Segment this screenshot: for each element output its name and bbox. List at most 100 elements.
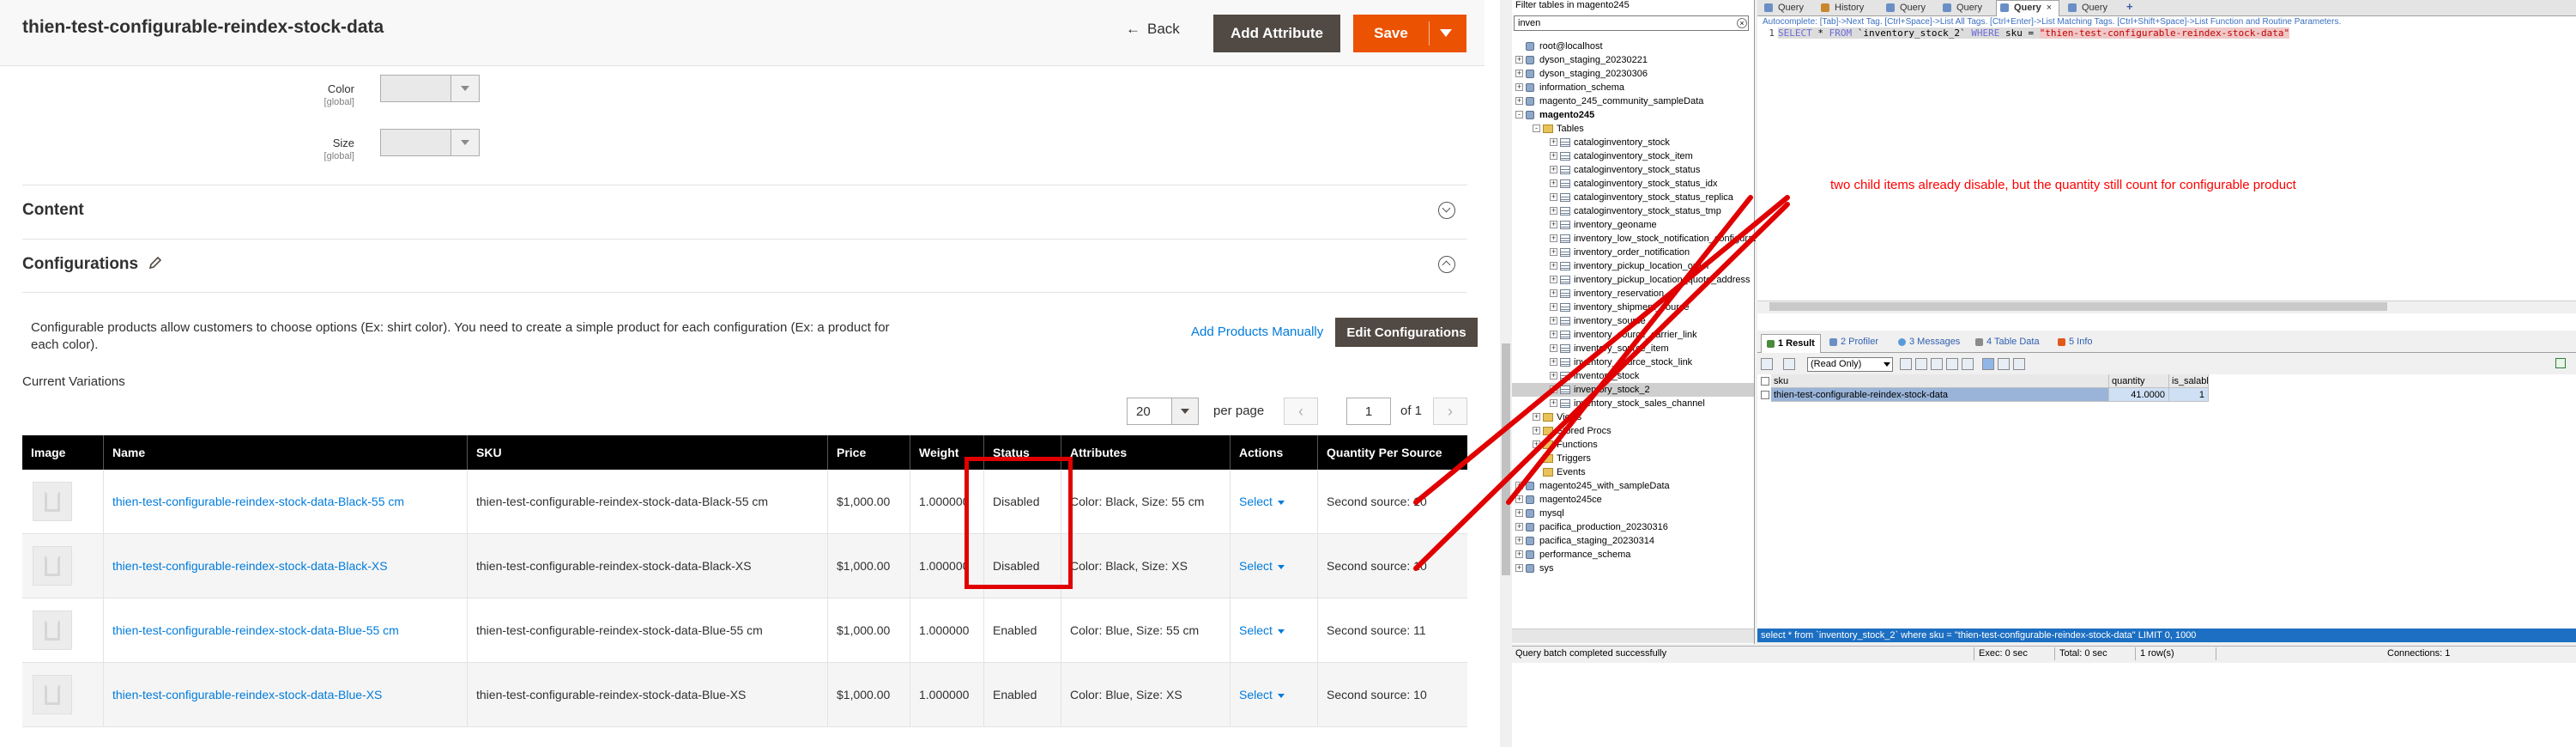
color-select[interactable] [380, 75, 480, 102]
tree-item[interactable]: + sys [1512, 562, 1754, 575]
collapse-icon[interactable]: - [1533, 125, 1540, 132]
tree-item[interactable]: + Stored Procs [1512, 424, 1754, 438]
product-placeholder-image[interactable] [33, 610, 72, 650]
expand-icon[interactable]: + [1533, 413, 1540, 421]
product-name-link[interactable]: thien-test-configurable-reindex-stock-da… [104, 534, 468, 598]
tab-query-3[interactable]: Query [1939, 1, 1989, 15]
tab-messages[interactable]: 3 Messages [1898, 337, 1960, 347]
expand-icon[interactable]: + [1515, 495, 1523, 503]
tab-table-data[interactable]: 4 Table Data [1975, 337, 2040, 347]
tree-item[interactable]: + pacifica_staging_20230314 [1512, 534, 1754, 548]
tree-item[interactable]: + pacifica_production_20230316 [1512, 520, 1754, 534]
product-placeholder-image[interactable] [33, 482, 72, 521]
tree-item[interactable]: + cataloginventory_stock_status_idx [1512, 177, 1754, 191]
expand-icon[interactable]: + [1515, 83, 1523, 91]
tab-query-1[interactable]: Query [1761, 1, 1811, 15]
tree-item[interactable]: + inventory_source [1512, 314, 1754, 328]
expand-icon[interactable]: + [1550, 358, 1557, 366]
expand-icon[interactable]: + [1550, 289, 1557, 297]
expand-icon[interactable]: + [1550, 138, 1557, 146]
tree-item[interactable]: + inventory_pickup_location_quote_address [1512, 273, 1754, 287]
tree-item[interactable]: + inventory_stock_sales_channel [1512, 397, 1754, 410]
tree-item[interactable]: - Tables [1512, 122, 1754, 136]
expand-icon[interactable]: + [1515, 537, 1523, 544]
edit-configurations-button[interactable]: Edit Configurations [1335, 318, 1478, 347]
grid-view-icon[interactable] [1982, 358, 1994, 370]
editor-scrollbar-thumb[interactable] [1769, 302, 2387, 311]
tab-info[interactable]: 5 Info [2058, 337, 2093, 347]
expand-icon[interactable]: + [1550, 221, 1557, 228]
select-action-dropdown[interactable]: Select [1239, 559, 1285, 573]
row-checkbox[interactable] [1761, 391, 1769, 399]
tree-item[interactable]: Events [1512, 465, 1754, 479]
tree-item[interactable]: + inventory_source_item [1512, 342, 1754, 355]
tab-query-active[interactable]: Query × [1996, 0, 2060, 16]
form-view-icon[interactable] [1998, 358, 2010, 370]
result-cell-sku[interactable]: thien-test-configurable-reindex-stock-da… [1771, 388, 2109, 402]
tab-result[interactable]: 1 Result [1761, 334, 1821, 353]
filter-input[interactable]: inven [1514, 15, 1749, 31]
tree-item[interactable]: + cataloginventory_stock_item [1512, 149, 1754, 163]
tree-item[interactable]: + cataloginventory_stock [1512, 136, 1754, 149]
select-action-dropdown[interactable]: Select [1239, 495, 1285, 508]
expand-icon[interactable]: + [1550, 234, 1557, 242]
size-select[interactable] [380, 129, 480, 156]
tree-item[interactable]: + inventory_low_stock_notification_config… [1512, 232, 1756, 246]
funnel-icon[interactable] [2555, 358, 2566, 368]
product-name-link[interactable]: thien-test-configurable-reindex-stock-da… [104, 470, 468, 533]
add-attribute-button[interactable]: Add Attribute [1213, 15, 1340, 52]
tree-item[interactable]: + dyson_staging_20230306 [1512, 67, 1754, 81]
tree-item[interactable]: + inventory_pickup_location_order [1512, 259, 1754, 273]
close-icon[interactable]: × [2047, 3, 2052, 13]
tree-item[interactable]: + performance_schema [1512, 548, 1754, 562]
tab-profiler[interactable]: 2 Profiler [1829, 337, 1878, 347]
tree-item[interactable]: + inventory_source_carrier_link [1512, 328, 1754, 342]
tree-item[interactable]: + inventory_source_stock_link [1512, 355, 1754, 369]
clear-filter-icon[interactable]: × [1737, 18, 1747, 28]
expand-icon[interactable]: + [1550, 386, 1557, 393]
expand-icon[interactable]: + [1550, 166, 1557, 173]
result-column-header[interactable]: is_salable [2169, 374, 2209, 388]
tree-item[interactable]: + dyson_staging_20230221 [1512, 53, 1754, 67]
tree-item[interactable]: + magento245ce [1512, 493, 1754, 507]
tree-item[interactable]: + cataloginventory_stock_status_tmp [1512, 204, 1754, 218]
text-view-icon[interactable] [2013, 358, 2025, 370]
tree-item[interactable]: root@localhost [1512, 39, 1754, 53]
select-action-dropdown[interactable]: Select [1239, 688, 1285, 701]
result-column-header[interactable]: quantity [2109, 374, 2169, 388]
read-only-select[interactable]: (Read Only) [1807, 357, 1893, 372]
tree-item[interactable]: - magento245 [1512, 108, 1754, 122]
tree-item[interactable]: + cataloginventory_stock_status_replica [1512, 191, 1754, 204]
expand-icon[interactable]: + [1515, 509, 1523, 517]
tree-item[interactable]: + cataloginventory_stock_status [1512, 163, 1754, 177]
tree-item[interactable]: + Views [1512, 410, 1754, 424]
expand-icon[interactable]: + [1515, 482, 1523, 489]
object-browser-scrollbar[interactable] [1512, 629, 1754, 643]
expand-icon[interactable]: + [1515, 550, 1523, 558]
page-number-input[interactable]: 1 [1346, 398, 1391, 425]
configurations-section-title[interactable]: Configurations [22, 255, 138, 274]
add-products-manually-link[interactable]: Add Products Manually [1191, 325, 1323, 339]
tree-item[interactable]: + inventory_reservation [1512, 287, 1754, 301]
tab-history[interactable]: History [1817, 1, 1871, 15]
expand-icon[interactable]: + [1515, 564, 1523, 572]
expand-icon[interactable]: + [1550, 248, 1557, 256]
add-tab-icon[interactable]: + [2126, 0, 2133, 13]
expand-icon[interactable]: + [1550, 372, 1557, 380]
expand-icon[interactable]: + [1550, 344, 1557, 352]
tree-item[interactable]: + inventory_shipment_source [1512, 301, 1754, 314]
expand-chevron-icon[interactable] [1438, 202, 1455, 219]
select-action-dropdown[interactable]: Select [1239, 623, 1285, 637]
expand-icon[interactable]: + [1550, 303, 1557, 311]
result-cell-is-salable[interactable]: 1 [2169, 388, 2209, 402]
expand-icon[interactable]: + [1515, 97, 1523, 105]
content-section-title[interactable]: Content [22, 201, 84, 220]
paste-icon[interactable] [1915, 358, 1927, 370]
expand-icon[interactable]: + [1550, 331, 1557, 338]
expand-icon[interactable]: + [1550, 276, 1557, 283]
save-icon[interactable] [1931, 358, 1943, 370]
tree-item[interactable]: + inventory_order_notification [1512, 246, 1754, 259]
tree-item[interactable]: + inventory_stock [1512, 369, 1754, 383]
expand-icon[interactable]: + [1550, 193, 1557, 201]
export-icon[interactable] [1761, 358, 1773, 370]
